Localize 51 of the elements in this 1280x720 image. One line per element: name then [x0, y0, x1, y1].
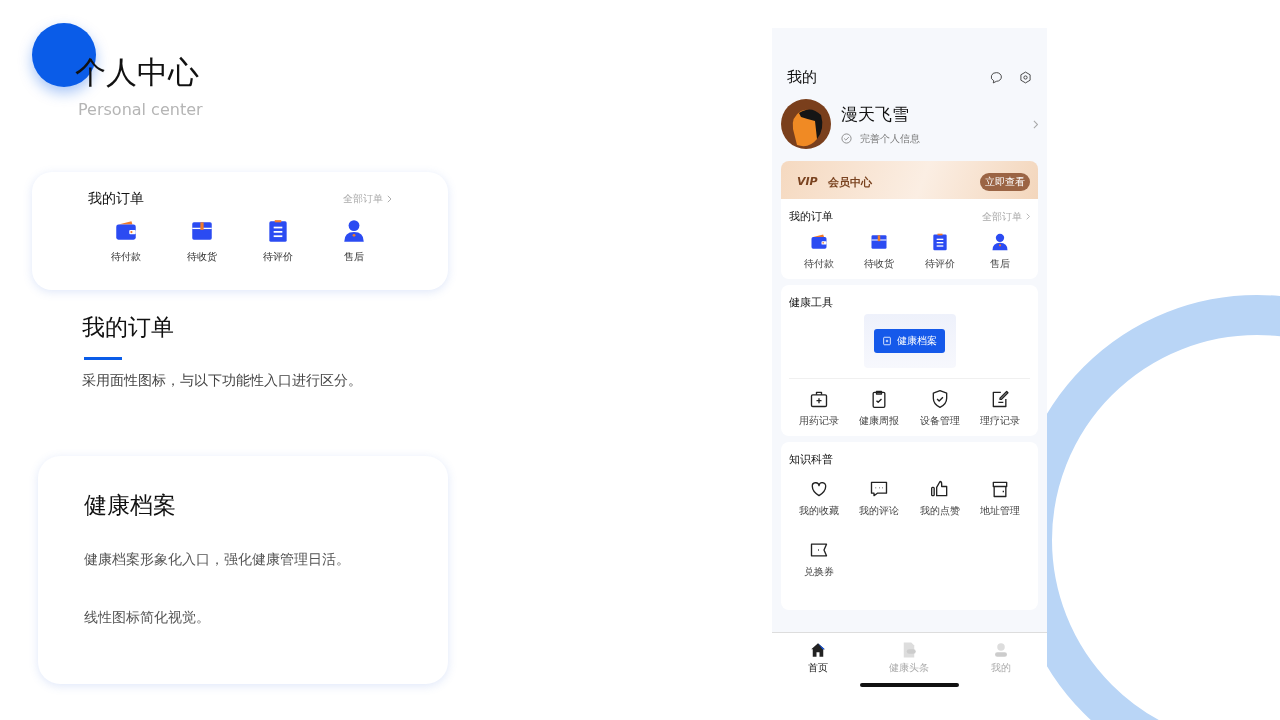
- card-title: 健康工具: [789, 295, 834, 310]
- medical-kit-icon: [809, 389, 830, 409]
- vip-banner[interactable]: VIP 会员中心 立即查看: [781, 161, 1038, 199]
- chevron-icon[interactable]: [387, 195, 392, 203]
- slide-subtitle: Personal center: [78, 100, 203, 119]
- knowledge-entry[interactable]: 兑换券: [789, 540, 850, 579]
- view-now-button[interactable]: 立即查看: [980, 173, 1030, 191]
- chevron-icon[interactable]: [1025, 213, 1030, 220]
- order-entry[interactable]: 售后: [316, 218, 392, 264]
- order-entry[interactable]: 待评价: [240, 218, 316, 264]
- order-entry[interactable]: 售后: [969, 232, 1030, 271]
- check-circle-icon: [841, 133, 852, 144]
- knowledge-entry[interactable]: 我的点赞: [909, 479, 970, 518]
- section-heading: 健康档案: [84, 491, 177, 520]
- description: 健康档案形象化入口，强化健康管理日活。: [84, 551, 351, 569]
- person-icon: [341, 218, 367, 244]
- vip-label: 会员中心: [827, 175, 873, 190]
- page-title: 我的: [787, 68, 817, 87]
- knowledge-entry[interactable]: 我的评论: [849, 479, 910, 518]
- card-title: 知识科普: [789, 452, 834, 467]
- order-entry[interactable]: 待付款: [88, 218, 164, 264]
- knowledge-entry[interactable]: 我的收藏: [789, 479, 850, 518]
- knowledge-entry[interactable]: 地址管理: [969, 479, 1030, 518]
- tool-entry[interactable]: 理疗记录: [969, 389, 1030, 428]
- description: 采用面性图标，与以下功能性入口进行区分。: [82, 372, 363, 390]
- order-entry[interactable]: 待评价: [909, 232, 970, 271]
- chevron-icon[interactable]: [1032, 119, 1038, 129]
- card-title: 我的订单: [88, 190, 144, 208]
- order-entry[interactable]: 待收货: [849, 232, 910, 271]
- thumbs-up-icon: [929, 479, 950, 499]
- tool-entry[interactable]: 设备管理: [909, 389, 970, 428]
- document-icon: [882, 336, 892, 346]
- wallet-icon: [809, 232, 830, 252]
- order-entry[interactable]: 待收货: [164, 218, 240, 264]
- description: 线性图标简化视觉。: [84, 609, 211, 627]
- tool-entry[interactable]: 健康周报: [849, 389, 910, 428]
- section-heading: 我的订单: [82, 313, 175, 342]
- settings-icon[interactable]: [1019, 71, 1032, 84]
- vip-logo-text: VIP: [797, 175, 818, 188]
- box-icon: [869, 232, 890, 252]
- order-entry[interactable]: 待付款: [789, 232, 850, 271]
- comment-icon: [869, 479, 890, 499]
- profile-hint[interactable]: 完善个人信息: [860, 131, 920, 146]
- card-title: 我的订单: [789, 209, 833, 224]
- tool-entry[interactable]: 用药记录: [789, 389, 850, 428]
- avatar: [781, 99, 831, 149]
- tab[interactable]: 首页: [787, 641, 848, 675]
- message-icon[interactable]: [990, 71, 1003, 84]
- accent-bar: [84, 357, 122, 360]
- health-record-button[interactable]: 健康档案: [874, 329, 945, 353]
- user-name: 漫天飞雪: [841, 102, 910, 126]
